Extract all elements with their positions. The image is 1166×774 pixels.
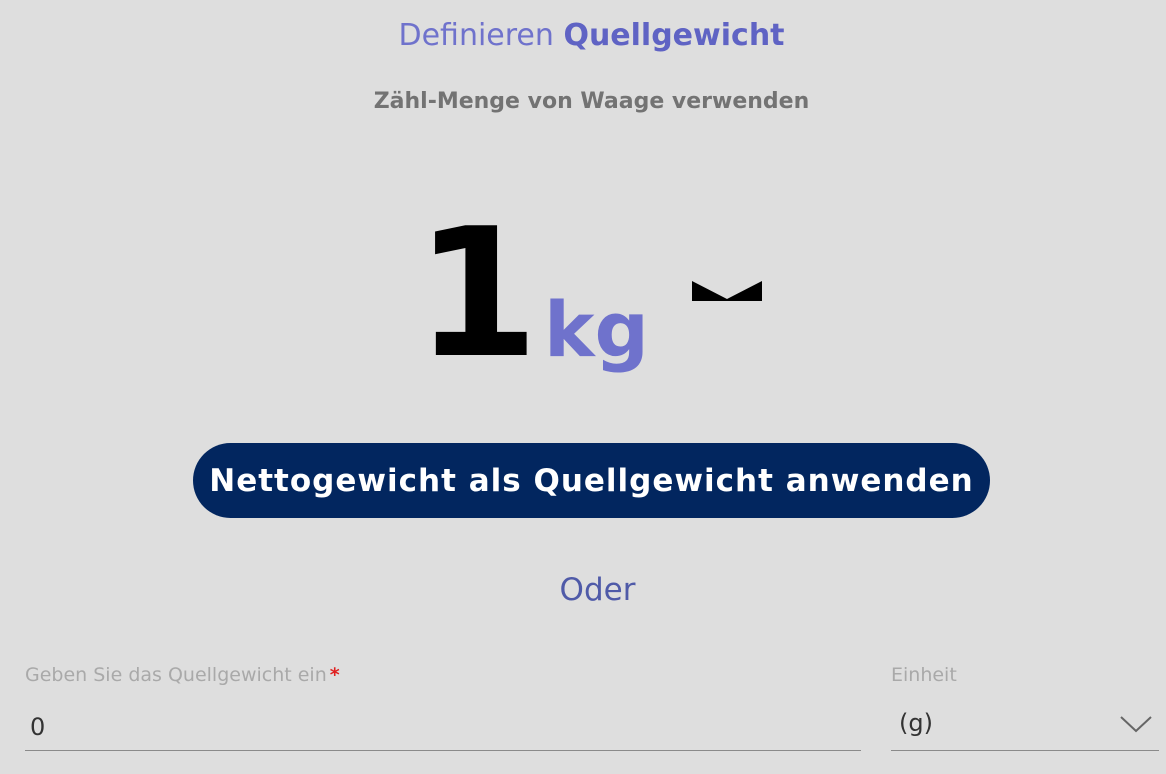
scale-weight-value: 1 xyxy=(415,190,539,397)
subtitle: Zähl-Menge von Waage verwenden xyxy=(373,89,810,114)
unit-select[interactable]: (g) xyxy=(891,703,1159,751)
required-marker: * xyxy=(329,664,340,686)
title-emphasis: Quellgewicht xyxy=(563,18,785,53)
source-weight-label: Geben Sie das Quellgewicht ein * xyxy=(25,664,340,686)
unit-label: Einheit xyxy=(891,664,957,686)
page-title: Definieren Quellgewicht xyxy=(0,18,1166,53)
scale-weight-unit: kg xyxy=(544,285,649,374)
or-divider: Oder xyxy=(559,572,636,608)
chevron-down-icon xyxy=(692,281,762,301)
source-weight-input[interactable] xyxy=(25,703,861,751)
source-weight-label-text: Geben Sie das Quellgewicht ein xyxy=(25,664,327,686)
apply-net-weight-button[interactable]: Nettogewicht als Quellgewicht anwenden xyxy=(193,443,990,518)
unit-select-value: (g) xyxy=(899,709,933,737)
chevron-down-icon xyxy=(1120,716,1152,733)
unit-toggle-button[interactable] xyxy=(692,281,762,301)
title-prefix: Definieren xyxy=(398,18,554,53)
